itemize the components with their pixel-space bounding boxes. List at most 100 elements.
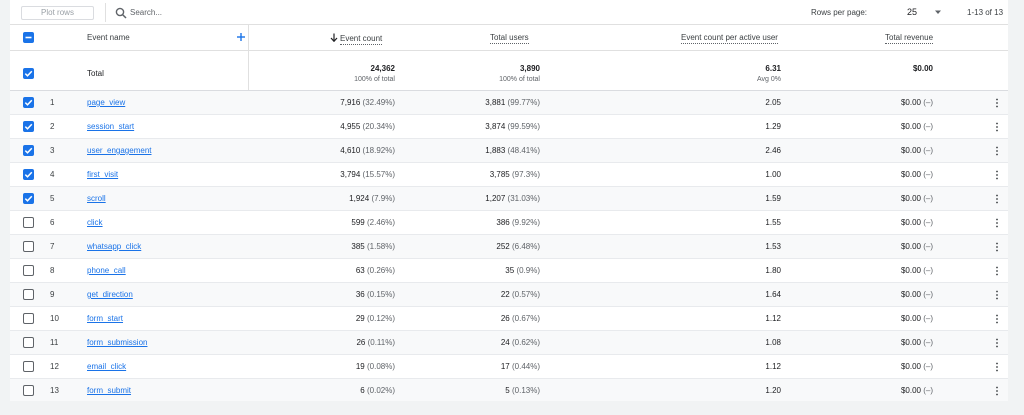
event-name-link[interactable]: first_visit [87,170,118,179]
event-count-cell: 29 (0.12%) [356,314,395,323]
revenue-cell: $0.00 (–) [901,362,933,371]
row-checkbox[interactable] [23,217,34,228]
more-vert-icon[interactable] [995,362,999,372]
totals-checkbox[interactable] [23,68,34,79]
total-users-share: (97.3%) [511,170,540,179]
table-row: 7 whatsapp_click 385 (1.58%) 252 (6.48%) 1.5… [10,235,1008,259]
search-input[interactable] [130,6,330,19]
event-name-link[interactable]: session_start [87,122,134,131]
revenue-cell: $0.00 (–) [901,386,933,395]
event-name-link[interactable]: user_engagement [87,146,152,155]
event-name-link[interactable]: form_submit [87,386,131,395]
event-count-share: (0.15%) [366,290,395,299]
total-users-value: 5 [505,386,510,395]
event-name-link[interactable]: get_direction [87,290,133,299]
row-index: 12 [50,362,59,371]
more-vert-icon[interactable] [995,266,999,276]
event-name-link[interactable]: form_start [87,314,123,323]
totals-label: Total [87,69,104,78]
revenue-share: (–) [923,314,933,323]
event-name-link[interactable]: email_click [87,362,126,371]
per-user-cell: 1.12 [765,314,781,323]
rows-per-page-select[interactable]: 25 [907,7,917,17]
checkmark-icon [24,70,33,77]
row-checkbox[interactable] [23,193,34,204]
row-index: 2 [50,122,55,131]
revenue-value: $0.00 [900,242,921,251]
event-count-cell: 6 (0.02%) [360,386,395,395]
col-header-total-revenue[interactable]: Total revenue [885,33,934,44]
revenue-share: (–) [923,386,933,395]
table-row: 9 get_direction 36 (0.15%) 22 (0.57%) 1.64 $0… [10,283,1008,307]
event-count-cell: 26 (0.11%) [356,338,395,347]
revenue-value: $0.00 [900,266,921,275]
totals-row: Total 24,362 100% of total 3,890 100% of… [10,51,1008,91]
event-count-value: 36 [355,290,365,299]
col-header-total-users[interactable]: Total users [490,33,529,44]
event-name-link[interactable]: page_view [87,98,125,107]
revenue-share: (–) [923,98,933,107]
more-vert-icon[interactable] [995,218,999,228]
event-name-link[interactable]: whatsapp_click [87,242,141,251]
row-index: 8 [50,266,55,275]
plus-icon[interactable] [236,32,246,42]
more-vert-icon[interactable] [995,314,999,324]
more-vert-icon[interactable] [995,146,999,156]
event-count-value: 385 [351,242,365,251]
col-header-event-count[interactable]: Event count [330,33,383,45]
more-vert-icon[interactable] [995,386,999,396]
total-users-cell: 35 (0.9%) [505,266,540,275]
select-all-checkbox[interactable] [23,32,34,43]
row-checkbox[interactable] [23,289,34,300]
row-checkbox[interactable] [23,385,34,396]
per-user-cell: 1.53 [765,242,781,251]
row-checkbox[interactable] [23,145,34,156]
more-vert-icon[interactable] [995,122,999,132]
event-count-share: (7.9%) [371,194,395,203]
row-checkbox[interactable] [23,313,34,324]
event-count-value: 599 [351,218,365,227]
revenue-share: (–) [923,122,933,131]
event-count-cell: 19 (0.08%) [356,362,395,371]
total-users-share: (48.41%) [507,146,540,155]
event-name-link[interactable]: scroll [87,194,106,203]
event-count-cell: 4,955 (20.34%) [340,122,395,131]
col-header-event-name[interactable]: Event name [87,33,130,42]
more-vert-icon[interactable] [995,194,999,204]
more-vert-icon[interactable] [995,98,999,108]
row-index: 1 [50,98,55,107]
col-header-event-count-per-active-user[interactable]: Event count per active user [681,33,778,44]
row-checkbox[interactable] [23,97,34,108]
event-name-link[interactable]: phone_call [87,266,126,275]
row-checkbox[interactable] [23,361,34,372]
row-checkbox[interactable] [23,265,34,276]
event-count-cell: 1,924 (7.9%) [349,194,395,203]
plot-rows-button[interactable]: Plot rows [21,6,94,20]
row-checkbox[interactable] [23,241,34,252]
more-vert-icon[interactable] [995,242,999,252]
table-row: 2 session_start 4,955 (20.34%) 3,874 (99.59… [10,115,1008,139]
total-users-share: (31.03%) [507,194,540,203]
revenue-share: (–) [923,146,933,155]
table-row: 3 user_engagement 4,610 (18.92%) 1,883 (48.… [10,139,1008,163]
total-users-value: 252 [496,242,510,251]
total-users-cell: 26 (0.67%) [501,314,540,323]
checkmark-icon [24,171,33,178]
row-checkbox[interactable] [23,169,34,180]
event-name-link[interactable]: form_submission [87,338,147,347]
event-name-link[interactable]: click [87,218,103,227]
table-row: 4 first_visit 3,794 (15.57%) 3,785 (97.3%) 1… [10,163,1008,187]
row-checkbox[interactable] [23,337,34,348]
more-vert-icon[interactable] [995,170,999,180]
total-users-cell: 3,874 (99.59%) [485,122,540,131]
revenue-value: $0.00 [900,170,921,179]
row-checkbox[interactable] [23,121,34,132]
row-index: 3 [50,146,55,155]
revenue-cell: $0.00 (–) [901,194,933,203]
caret-down-icon[interactable] [933,7,943,17]
more-vert-icon[interactable] [995,290,999,300]
event-count-share: (0.12%) [366,314,395,323]
event-count-value: 4,955 [340,122,361,131]
event-count-cell: 599 (2.46%) [351,218,395,227]
more-vert-icon[interactable] [995,338,999,348]
